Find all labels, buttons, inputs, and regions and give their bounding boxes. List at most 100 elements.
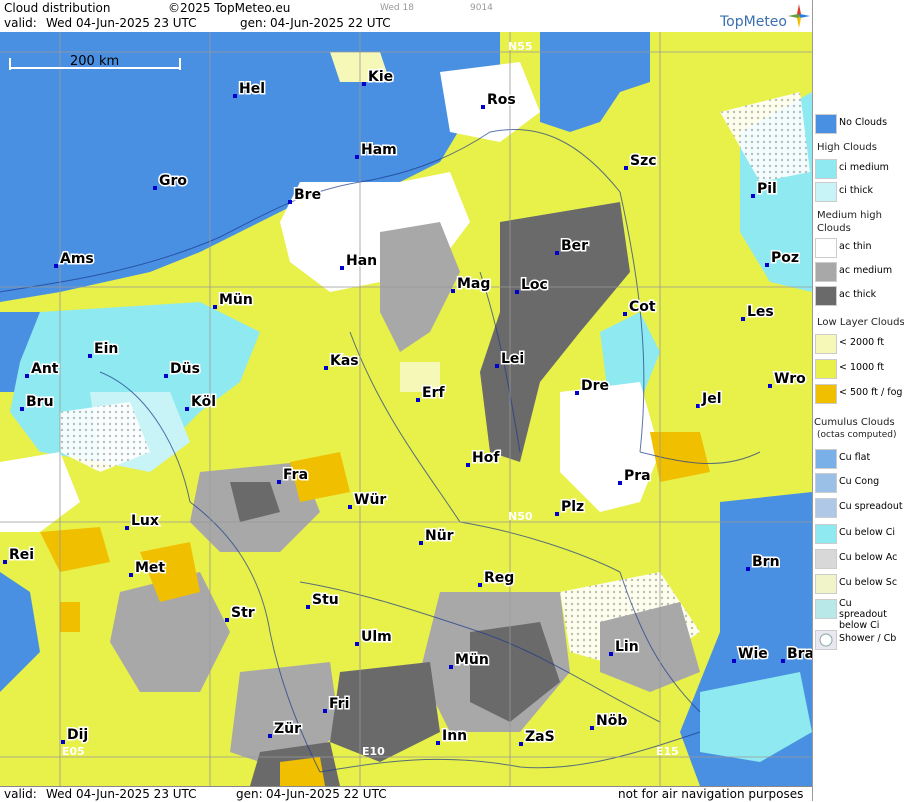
gen-label: gen:	[240, 16, 267, 30]
brand-logo-text: TopMeteo	[720, 14, 787, 30]
legend-swatch-shower-cb	[815, 630, 837, 650]
city-label-plz: Plz	[561, 499, 584, 515]
city-label-kas: Kas	[330, 353, 359, 369]
city-label-met: Met	[135, 560, 165, 576]
legend-low-2000: < 2000 ft	[815, 332, 903, 354]
city-label-nur: Nür	[425, 528, 454, 544]
city-marker-mun_s	[449, 665, 453, 669]
legend-label-cu-flat: Cu flat	[839, 452, 871, 463]
city-label-lux: Lux	[131, 513, 159, 529]
legend-ac-thin: ac thin	[815, 236, 903, 258]
city-marker-han	[340, 266, 344, 270]
legend-cu-spreadout-below-ci: Cu spreadout below Ci	[815, 597, 903, 631]
city-label-wur: Wür	[354, 492, 386, 508]
city-label-dij: Dij	[67, 727, 88, 743]
city-marker-wro	[768, 384, 772, 388]
cloud-map[interactable]: N55 N50 E05 E10 E15 200 km Hel Kie Ros Ham S…	[0, 32, 812, 786]
city-label-cot: Cot	[629, 299, 656, 315]
city-label-dre: Dre	[581, 378, 609, 394]
copyright: ©2025 TopMeteo.eu	[168, 1, 291, 15]
legend-cu-spreadout: Cu spreadout	[815, 496, 903, 518]
city-label-zas: ZaS	[525, 729, 555, 745]
small-tag-2: 9014	[470, 3, 493, 13]
city-label-pra: Pra	[624, 468, 651, 484]
city-label-mun_s: Mün	[455, 652, 489, 668]
legend-sub-cumulus: (octas computed)	[817, 430, 897, 440]
legend-head-cumulus: Cumulus Clouds	[814, 417, 895, 428]
legend-label-cu-spreadout: Cu spreadout	[839, 501, 903, 512]
city-label-dus: Düs	[170, 361, 200, 377]
city-label-kol: Köl	[191, 394, 216, 410]
city-label-ham: Ham	[361, 142, 397, 158]
legend-swatch-ci-medium	[815, 159, 837, 179]
city-marker-pil	[751, 194, 755, 198]
legend-label-no-clouds: No Clouds	[839, 117, 888, 128]
legend-ci-thick: ci thick	[815, 180, 903, 202]
legend-label-cu-below-ac: Cu below Ac	[839, 552, 898, 563]
city-marker-inn	[436, 741, 440, 745]
legend-cu-below-ac: Cu below Ac	[815, 547, 903, 569]
city-marker-nob	[590, 726, 594, 730]
city-marker-mag	[451, 289, 455, 293]
legend-swatch-cu-below-ci	[815, 524, 837, 544]
legend-label-cu-cong: Cu Cong	[839, 476, 880, 487]
footer-gen-label: gen:	[236, 787, 263, 801]
legend-cu-cong: Cu Cong	[815, 471, 903, 493]
city-marker-ant	[25, 374, 29, 378]
city-label-pil: Pil	[757, 181, 777, 197]
legend-label-shower-cb: Shower / Cb	[839, 633, 897, 644]
city-label-hof: Hof	[472, 450, 500, 466]
city-marker-rei	[3, 560, 7, 564]
grid-label-e15: E15	[656, 745, 679, 758]
city-label-mun_n: Mün	[219, 292, 253, 308]
city-label-wie: Wie	[738, 646, 768, 662]
footer-valid-label: valid:	[4, 787, 37, 801]
legend-head-high: High Clouds	[817, 142, 877, 153]
city-label-jel: Jel	[701, 391, 722, 407]
legend-head-low: Low Layer Clouds	[817, 317, 904, 328]
legend-cu-flat: Cu flat	[815, 447, 903, 469]
city-label-bre: Bre	[294, 187, 321, 203]
city-marker-jel	[696, 404, 700, 408]
city-marker-kie	[362, 82, 366, 86]
city-marker-mun_n	[213, 305, 217, 309]
legend-no-clouds: No Clouds	[815, 112, 903, 134]
city-label-wro: Wro	[774, 371, 806, 387]
city-marker-zas	[519, 742, 523, 746]
legend-swatch-ac-thick	[815, 286, 837, 306]
legend-ci-medium: ci medium	[815, 157, 903, 179]
legend-swatch-no-clouds	[815, 114, 837, 134]
legend-swatch-cu-spreadout	[815, 498, 837, 518]
city-label-han: Han	[346, 253, 377, 269]
city-label-szc: Szc	[630, 153, 657, 169]
legend-label-cu-spreadout-below-ci: Cu spreadout below Ci	[839, 598, 887, 631]
city-marker-dij	[61, 740, 65, 744]
legend-ac-medium: ac medium	[815, 260, 903, 282]
valid-value: Wed 04-Jun-2025 23 UTC	[46, 16, 197, 30]
gen-value: 04-Jun-2025 22 UTC	[270, 16, 391, 30]
city-label-reg: Reg	[484, 570, 514, 586]
city-marker-wur	[348, 505, 352, 509]
compass-logo-icon	[788, 4, 810, 28]
disclaimer: not for air navigation purposes	[618, 787, 804, 801]
legend-label-ac-thin: ac thin	[839, 241, 872, 252]
city-marker-lux	[125, 526, 129, 530]
city-marker-ams	[54, 264, 58, 268]
city-label-fra: Fra	[283, 467, 308, 483]
city-marker-kas	[324, 366, 328, 370]
legend-swatch-cu-cong	[815, 473, 837, 493]
grid-label-e10: E10	[362, 745, 385, 758]
city-label-erf: Erf	[422, 385, 445, 401]
city-marker-ham	[355, 155, 359, 159]
city-marker-stu	[306, 605, 310, 609]
product-title: Cloud distribution	[4, 1, 111, 15]
city-label-bra: Bra	[787, 646, 812, 662]
grid-label-e05: E05	[62, 745, 85, 758]
city-label-ein: Ein	[94, 341, 118, 357]
legend-swatch-ac-medium	[815, 262, 837, 282]
city-marker-wie	[732, 659, 736, 663]
city-marker-hof	[466, 463, 470, 467]
footer-valid-value: Wed 04-Jun-2025 23 UTC	[46, 787, 197, 801]
legend-panel: No Clouds High Clouds ci medium ci thick…	[812, 0, 904, 801]
city-marker-ulm	[355, 642, 359, 646]
